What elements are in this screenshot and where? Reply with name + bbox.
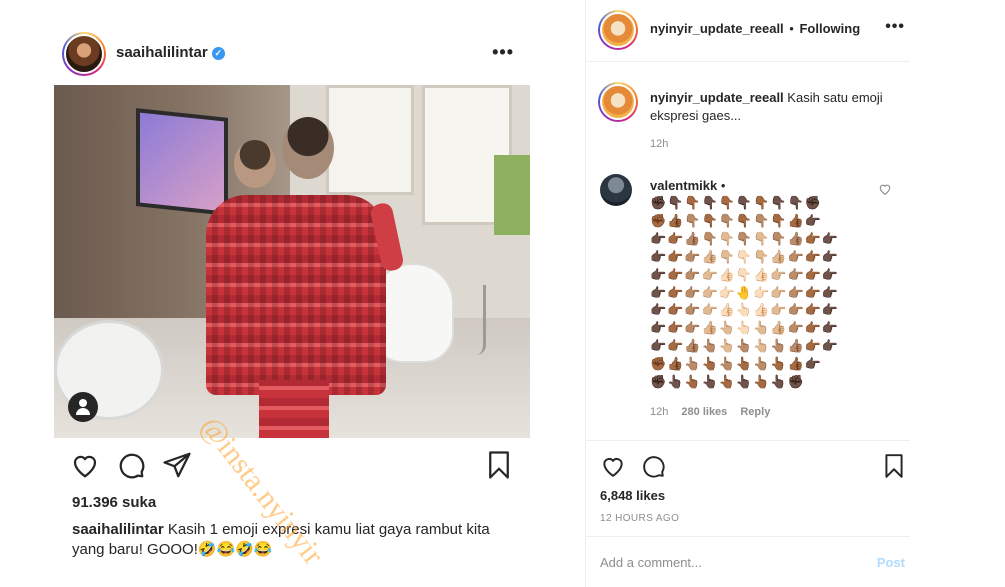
- comment-emoji-text: ✊🏿👇🏿👇🏾👇🏿👇🏾👇🏿👇🏾👇🏿👇🏿✊🏿 ✊🏾👍🏾👇🏽👇🏾👇🏽👇🏾👇🏽👇🏾👍🏾👉🏿…: [650, 194, 866, 391]
- emoji-row: 👉🏿👉🏾👍🏽👆🏽👆🏼👆🏽👆🏼👆🏽👍🏽👉🏾👉🏿: [650, 338, 840, 354]
- heart-icon[interactable]: [600, 453, 626, 479]
- comment-header: valentmikk •: [650, 178, 725, 193]
- commenter-avatar[interactable]: [600, 174, 632, 206]
- emoji-row: ✊🏾👍🏾👇🏽👇🏾👇🏽👇🏾👇🏽👇🏾👍🏾👉🏿: [650, 212, 822, 228]
- heart-icon: [73, 455, 97, 478]
- emoji-row: 👉🏿👉🏾👉🏽👉🏼👉🏻🤚👉🏻👉🏼👉🏽👉🏾👉🏿: [650, 284, 840, 300]
- comment-meta: 12h 280 likes Reply: [650, 406, 770, 418]
- following-button[interactable]: Following: [799, 21, 860, 36]
- tagged-user-icon: [68, 392, 98, 422]
- account-username[interactable]: nyinyir_update_reeall: [650, 21, 784, 36]
- emoji-row: 👉🏿👉🏾👉🏽👍🏼👆🏼👆🏻👆🏼👍🏼👉🏽👉🏾👉🏿: [650, 320, 840, 336]
- comments-panel: nyinyir_update_reeall • Following ••• ny…: [585, 0, 911, 587]
- embedded-post: saaihalilintar ✓ ••• 91.396 suka saaihal…: [54, 0, 530, 587]
- emoji-row: 👉🏿👉🏾👍🏽👇🏽👇🏼👇🏽👇🏼👇🏽👍🏽👉🏾👉🏿: [650, 230, 840, 246]
- total-likes[interactable]: 6,848 likes: [600, 488, 665, 503]
- panel-header-text: nyinyir_update_reeall • Following: [650, 21, 860, 36]
- like-comment-heart-icon[interactable]: [878, 182, 892, 196]
- emoji-row: 👉🏿👉🏾👉🏽👉🏼👍🏻👆🏻👍🏻👉🏼👉🏽👉🏾👉🏿: [650, 302, 840, 318]
- share-icon: [163, 452, 191, 478]
- add-comment-bar: Post: [586, 536, 911, 587]
- comment-icon[interactable]: [640, 453, 666, 479]
- post-photo: [54, 85, 530, 438]
- owner-comment-username[interactable]: nyinyir_update_reeall: [650, 90, 784, 105]
- header-separator: •: [789, 21, 794, 36]
- post-author-username: saaihalilintar ✓: [116, 44, 225, 61]
- emoji-row: 👉🏿👉🏾👉🏽👉🏼👍🏻👇🏻👍🏻👉🏼👉🏽👉🏾👉🏿: [650, 266, 840, 282]
- post-timestamp: 12 HOURS AGO: [600, 513, 680, 524]
- owner-comment-text-block: nyinyir_update_reeall Kasih satu emoji e…: [650, 89, 890, 125]
- bookmark-icon[interactable]: [881, 453, 907, 479]
- comment-icon: [119, 453, 145, 479]
- embedded-post-likes: 91.396 suka: [72, 494, 157, 511]
- emoji-row: ✊🏿👇🏿👇🏾👇🏿👇🏾👇🏿👇🏾👇🏿👇🏿✊🏿: [650, 195, 822, 210]
- owner-comment-time: 12h: [650, 138, 669, 150]
- caption-username: saaihalilintar: [72, 521, 164, 538]
- emoji-row: ✊🏾👍🏾👆🏽👆🏾👆🏽👆🏾👆🏽👆🏾👍🏾👉🏿: [650, 356, 822, 372]
- embedded-post-actions: [54, 450, 530, 482]
- bookmark-icon: [489, 451, 509, 479]
- verified-icon: ✓: [211, 46, 225, 60]
- comment-time: 12h: [650, 406, 669, 418]
- commenter-separator: •: [720, 178, 726, 193]
- commenter-username[interactable]: valentmikk: [650, 178, 717, 193]
- post-actions: 6,848 likes 12 HOURS AGO: [586, 440, 911, 530]
- more-options-icon[interactable]: •••: [885, 18, 905, 36]
- post-comment-button[interactable]: Post: [877, 555, 905, 570]
- embedded-post-header: saaihalilintar ✓ •••: [54, 30, 530, 80]
- post-author-avatar: [62, 32, 106, 76]
- comment-likes[interactable]: 280 likes: [681, 406, 727, 418]
- panel-header: nyinyir_update_reeall • Following •••: [586, 0, 911, 62]
- post-author-name: saaihalilintar: [116, 44, 208, 61]
- account-avatar[interactable]: [598, 10, 638, 50]
- reply-button[interactable]: Reply: [740, 406, 770, 418]
- add-comment-input[interactable]: [600, 555, 840, 570]
- page-background-right: [910, 0, 1005, 587]
- more-options-icon: •••: [492, 42, 514, 62]
- owner-avatar[interactable]: [598, 82, 638, 122]
- emoji-row: ✊🏿👆🏿👆🏾👆🏿👆🏾👆🏿👆🏾👆🏿✊🏿: [650, 374, 805, 390]
- emoji-row: 👉🏿👉🏾👉🏽👍🏼👇🏼👇🏻👇🏼👍🏼👉🏽👉🏾👉🏿: [650, 248, 840, 264]
